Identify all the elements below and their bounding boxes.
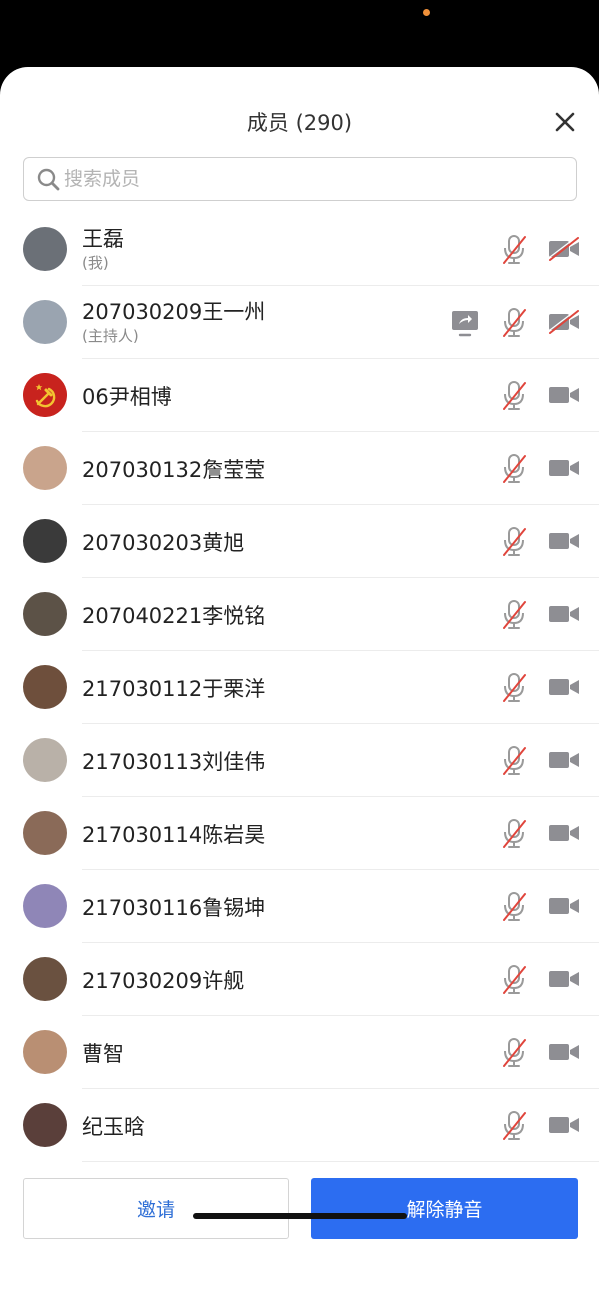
- invite-button[interactable]: 邀请: [23, 1178, 289, 1239]
- screen-share-icon: [450, 308, 480, 338]
- mic-muted-icon[interactable]: [500, 1109, 528, 1141]
- avatar: [23, 811, 67, 855]
- mic-muted-icon[interactable]: [500, 963, 528, 995]
- status-indicator-dot: [423, 9, 430, 16]
- member-name: 06尹相博: [82, 385, 172, 409]
- member-name: 王磊: [82, 227, 124, 251]
- member-row[interactable]: 曹智: [0, 1016, 599, 1089]
- camera-icon[interactable]: [548, 748, 580, 772]
- camera-off-icon[interactable]: [548, 237, 580, 261]
- camera-icon[interactable]: [548, 1040, 580, 1064]
- mic-muted-icon[interactable]: [500, 525, 528, 557]
- camera-icon[interactable]: [548, 967, 580, 991]
- avatar: [23, 884, 67, 928]
- member-row[interactable]: 207030132詹莹莹: [0, 432, 599, 505]
- search-box[interactable]: [23, 157, 577, 201]
- member-row[interactable]: 217030112于栗洋: [0, 651, 599, 724]
- member-row[interactable]: 王磊 (我): [0, 213, 599, 286]
- camera-icon[interactable]: [548, 675, 580, 699]
- unmute-button[interactable]: 解除静音: [311, 1178, 578, 1239]
- avatar: [23, 957, 67, 1001]
- close-button[interactable]: [550, 107, 580, 137]
- avatar: [23, 592, 67, 636]
- member-name: 207030203黄旭: [82, 531, 245, 555]
- avatar: [23, 227, 67, 271]
- member-name: 207040221李悦铭: [82, 604, 266, 628]
- member-row[interactable]: 207040221李悦铭: [0, 578, 599, 651]
- close-icon: [555, 112, 575, 132]
- member-name: 纪玉晗: [82, 1115, 145, 1139]
- home-indicator: [193, 1213, 407, 1219]
- member-role: (主持人): [82, 327, 139, 345]
- member-name: 217030114陈岩昊: [82, 823, 266, 847]
- camera-icon[interactable]: [548, 1113, 580, 1137]
- member-name: 曹智: [82, 1042, 124, 1066]
- search-input[interactable]: [64, 158, 564, 200]
- member-row[interactable]: 207030203黄旭: [0, 505, 599, 578]
- mic-muted-icon[interactable]: [500, 890, 528, 922]
- avatar: [23, 1030, 67, 1074]
- member-name: 217030209许舰: [82, 969, 245, 993]
- member-row[interactable]: 纪玉晗: [0, 1089, 599, 1162]
- member-row[interactable]: 06尹相博: [0, 359, 599, 432]
- mic-muted-icon[interactable]: [500, 817, 528, 849]
- camera-icon[interactable]: [548, 383, 580, 407]
- mic-muted-icon[interactable]: [500, 379, 528, 411]
- member-name: 217030116鲁锡坤: [82, 896, 266, 920]
- camera-icon[interactable]: [548, 821, 580, 845]
- mic-muted-icon[interactable]: [500, 744, 528, 776]
- camera-icon[interactable]: [548, 529, 580, 553]
- camera-icon[interactable]: [548, 456, 580, 480]
- mic-muted-icon[interactable]: [500, 598, 528, 630]
- member-name: 207030209王一州: [82, 300, 266, 324]
- member-row[interactable]: 217030113刘佳伟: [0, 724, 599, 797]
- member-name: 217030113刘佳伟: [82, 750, 266, 774]
- mic-muted-icon[interactable]: [500, 1036, 528, 1068]
- search-icon: [37, 168, 60, 191]
- members-sheet: 成员 (290) 王磊 (我) 207030209王一州 (主持人): [0, 67, 599, 1298]
- member-row[interactable]: 217030116鲁锡坤: [0, 870, 599, 943]
- avatar: [23, 446, 67, 490]
- avatar: [23, 519, 67, 563]
- avatar-flag: [23, 373, 67, 417]
- member-role: (我): [82, 254, 109, 272]
- mic-muted-icon[interactable]: [500, 452, 528, 484]
- member-name: 207030132詹莹莹: [82, 458, 266, 482]
- camera-icon[interactable]: [548, 894, 580, 918]
- divider: [82, 1161, 599, 1162]
- avatar: [23, 1103, 67, 1147]
- camera-off-icon[interactable]: [548, 310, 580, 334]
- avatar: [23, 300, 67, 344]
- member-row[interactable]: 217030114陈岩昊: [0, 797, 599, 870]
- member-name: 217030112于栗洋: [82, 677, 266, 701]
- camera-icon[interactable]: [548, 602, 580, 626]
- mic-muted-icon[interactable]: [500, 233, 528, 265]
- avatar: [23, 665, 67, 709]
- member-row[interactable]: 207030209王一州 (主持人): [0, 286, 599, 359]
- mic-muted-icon[interactable]: [500, 306, 528, 338]
- member-row[interactable]: 217030209许舰: [0, 943, 599, 1016]
- page-title: 成员 (290): [246, 111, 353, 135]
- avatar: [23, 738, 67, 782]
- member-list: 王磊 (我) 207030209王一州 (主持人) 06尹相博 20703013…: [0, 213, 599, 1162]
- mic-muted-icon[interactable]: [500, 671, 528, 703]
